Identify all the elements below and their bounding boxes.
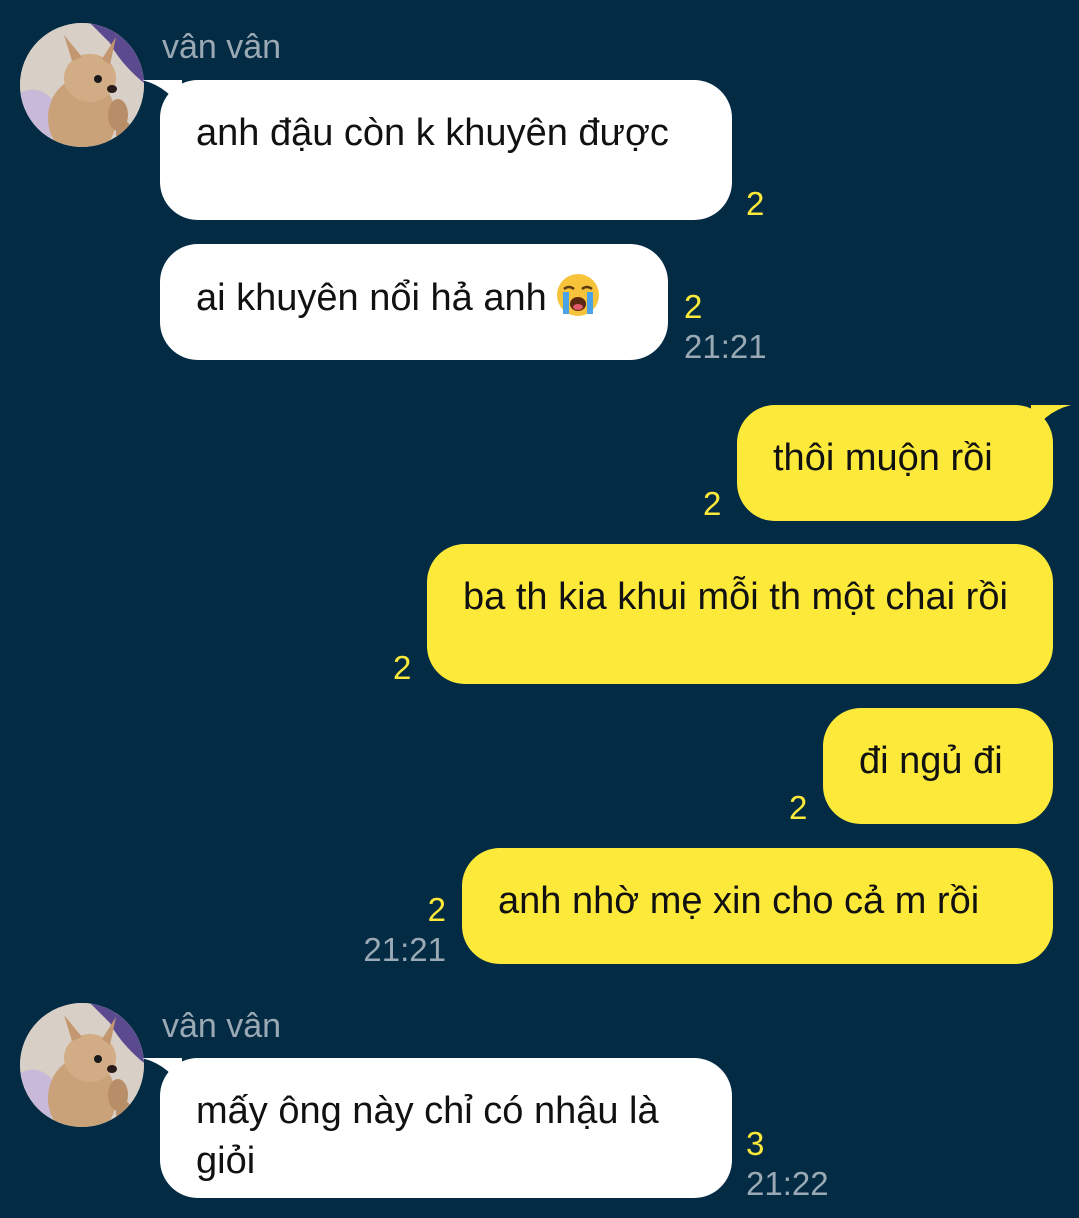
message-meta: 2 (789, 788, 807, 828)
message-text: anh đậu còn k khuyên được (196, 112, 669, 154)
chihuahua-avatar (20, 1003, 144, 1127)
sender-name: vân vân (162, 28, 282, 66)
bubble-tail (142, 80, 182, 114)
unread-count: 2 (393, 649, 412, 686)
loudly-crying-face-icon (556, 274, 599, 316)
outgoing-message-bubble[interactable]: ba th kia khui mỗi th một chai rồi (427, 544, 1053, 684)
message-meta: 2 21:21 (362, 890, 446, 970)
message-timestamp: 21:21 (363, 931, 446, 968)
sender-name: vân vân (162, 1007, 282, 1045)
bubble-tail (142, 1058, 182, 1092)
message-text: mấy ông này chỉ có nhậu là giỏi (196, 1090, 659, 1182)
unread-count: 2 (789, 789, 808, 826)
message-meta: 2 (393, 648, 411, 688)
outgoing-message-bubble[interactable]: anh nhờ mẹ xin cho cả m rồi (462, 848, 1053, 964)
unread-count: 2 (703, 485, 722, 522)
message-timestamp: 21:21 (684, 328, 767, 365)
message-text: thôi muộn rồi (773, 437, 993, 479)
message-text: anh nhờ mẹ xin cho cả m rồi (498, 880, 980, 922)
unread-count: 3 (746, 1125, 765, 1162)
outgoing-message-bubble[interactable]: thôi muộn rồi (737, 405, 1071, 521)
chihuahua-avatar (20, 23, 144, 147)
sender-avatar[interactable] (20, 1003, 144, 1127)
sender-avatar[interactable] (20, 23, 144, 147)
message-meta: 2 (703, 484, 721, 524)
bubble-tail (1031, 405, 1071, 439)
unread-count: 2 (427, 891, 446, 928)
message-text: đi ngủ đi (859, 740, 1003, 782)
message-text: ba th kia khui mỗi th một chai rồi (463, 576, 1008, 618)
message-timestamp: 21:22 (746, 1165, 829, 1202)
incoming-message-bubble[interactable]: ai khuyên nổi hả anh (160, 244, 668, 360)
message-text: ai khuyên nổi hả anh (196, 272, 632, 323)
message-meta: 2 21:21 (684, 287, 767, 367)
incoming-message-bubble[interactable]: mấy ông này chỉ có nhậu là giỏi (142, 1058, 732, 1198)
unread-count: 2 (746, 185, 765, 222)
outgoing-message-bubble[interactable]: đi ngủ đi (823, 708, 1053, 824)
incoming-message-bubble[interactable]: anh đậu còn k khuyên được (142, 80, 732, 220)
message-meta: 2 (746, 184, 764, 224)
message-meta: 3 21:22 (746, 1124, 829, 1204)
unread-count: 2 (684, 288, 703, 325)
